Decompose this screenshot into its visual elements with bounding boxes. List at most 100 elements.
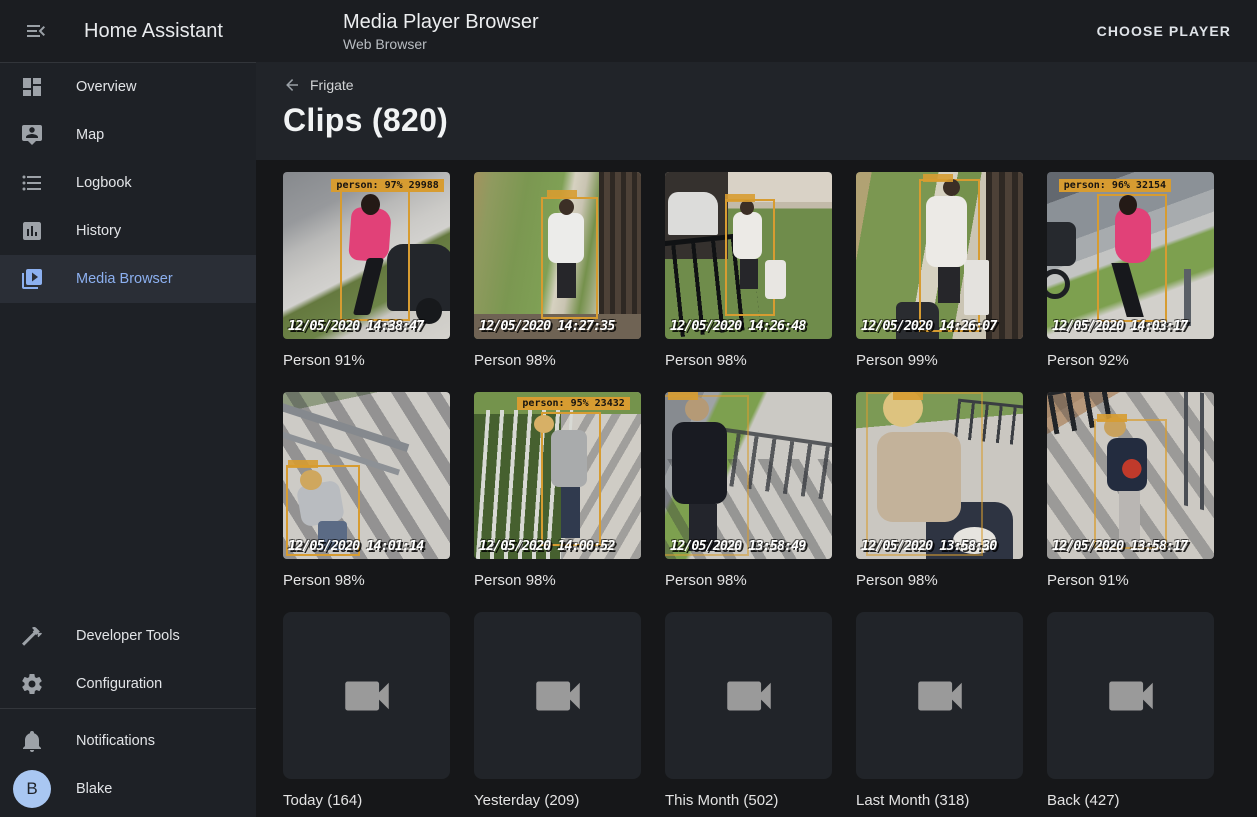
video-camera-icon [1102,667,1160,725]
clip-grid-area: person: 97% 29988 12/05/2020 14:38:47 Pe… [256,160,1257,817]
detection-bbox [919,179,979,333]
clip-caption: Person 98% [665,352,832,370]
clip-thumbnail[interactable]: 12/05/2020 14:26:07 [856,172,1023,339]
clip-thumbnail[interactable]: person: 96% 32154 12/05/2020 14:03:17 [1047,172,1214,339]
detection-bbox [1094,419,1167,549]
timestamp-overlay: 12/05/2020 14:01:14 [288,538,423,554]
detection-label [893,392,923,400]
bell-icon [20,729,44,753]
folder-item[interactable]: Back (427) [1047,612,1214,810]
detection-label [725,194,755,202]
clip-item[interactable]: person: 95% 23432 12/05/2020 14:00:52 Pe… [474,392,641,590]
detection-label [923,174,953,182]
clip-caption: Person 98% [474,352,641,370]
clip-item[interactable]: person: 96% 32154 12/05/2020 14:03:17 Pe… [1047,172,1214,370]
sidebar-item-label: Map [76,127,104,143]
home-assistant-app: Home Assistant Media Player Browser Web … [0,0,1257,817]
clip-thumbnail[interactable]: 12/05/2020 14:26:48 [665,172,832,339]
clip-item[interactable]: 12/05/2020 13:58:17 Person 91% [1047,392,1214,590]
scene-object [986,172,1023,339]
sidebar-item-label: Logbook [76,175,132,191]
clip-item[interactable]: 12/05/2020 14:26:48 Person 98% [665,172,832,370]
detection-bbox [665,395,749,555]
folder-thumbnail[interactable] [474,612,641,779]
clip-grid: person: 97% 29988 12/05/2020 14:38:47 Pe… [283,172,1257,810]
sidebar-item-developer-tools[interactable]: Developer Tools [0,612,256,660]
clip-thumbnail[interactable]: 12/05/2020 13:58:30 [856,392,1023,559]
top-app-bar: Home Assistant Media Player Browser Web … [0,0,1257,62]
clip-caption: Person 98% [474,572,641,590]
clip-caption: Person 91% [1047,572,1214,590]
sidebar-item-label: Media Browser [76,271,173,287]
detection-label: person: 97% 29988 [331,179,443,192]
clip-caption: Person 98% [283,572,450,590]
clip-caption: Person 98% [856,572,1023,590]
detection-label [288,460,318,468]
clip-thumbnail[interactable]: person: 95% 23432 12/05/2020 14:00:52 [474,392,641,559]
clip-thumbnail[interactable]: person: 97% 29988 12/05/2020 14:38:47 [283,172,450,339]
choose-player-button[interactable]: CHOOSE PLAYER [1089,15,1239,47]
clip-item[interactable]: 12/05/2020 13:58:49 Person 98% [665,392,832,590]
page-title: Clips (820) [283,102,1257,139]
clip-item[interactable]: person: 97% 29988 12/05/2020 14:38:47 Pe… [283,172,450,370]
breadcrumb-label: Frigate [310,77,354,93]
clip-item[interactable]: 12/05/2020 14:01:14 Person 98% [283,392,450,590]
app-title: Home Assistant [84,20,223,43]
sidebar-item-label: History [76,223,121,239]
clip-item[interactable]: 12/05/2020 13:58:30 Person 98% [856,392,1023,590]
sidebar-item-notifications[interactable]: Notifications [0,717,256,765]
sidebar: Overview Map Logbook History Media Brows… [0,62,256,817]
dialog-header: Media Player Browser Web Browser [256,10,1089,52]
topbar-left: Home Assistant [0,15,256,47]
clip-thumbnail[interactable]: 12/05/2020 14:27:35 [474,172,641,339]
sidebar-item-history[interactable]: History [0,207,256,255]
folder-item[interactable]: Today (164) [283,612,450,810]
clip-item[interactable]: 12/05/2020 14:26:07 Person 99% [856,172,1023,370]
sidebar-item-logbook[interactable]: Logbook [0,159,256,207]
folder-thumbnail[interactable] [856,612,1023,779]
folder-item[interactable]: Last Month (318) [856,612,1023,810]
arrow-left-icon [283,76,301,94]
sidebar-item-overview[interactable]: Overview [0,63,256,111]
detection-label [1097,414,1127,422]
dialog-title: Media Player Browser [343,10,1089,34]
folder-thumbnail[interactable] [665,612,832,779]
clip-thumbnail[interactable]: 12/05/2020 13:58:17 [1047,392,1214,559]
clip-thumbnail[interactable]: 12/05/2020 14:01:14 [283,392,450,559]
video-camera-icon [338,667,396,725]
folder-item[interactable]: This Month (502) [665,612,832,810]
content-header: Frigate Clips (820) [256,62,1257,160]
dialog-subtitle: Web Browser [343,36,1089,52]
user-name: Blake [76,781,112,797]
media-browser-content: Frigate Clips (820) person: 97% 29988 12… [256,62,1257,817]
breadcrumb-back[interactable]: Frigate [283,76,1257,94]
sidebar-toggle-button[interactable] [20,15,52,47]
folder-item[interactable]: Yesterday (209) [474,612,641,810]
video-camera-icon [911,667,969,725]
account-location-icon [20,123,44,147]
hammer-icon [20,624,44,648]
sidebar-item-media-browser[interactable]: Media Browser [0,255,256,303]
scene-object [1047,269,1070,299]
detection-label: person: 95% 23432 [517,397,629,410]
timestamp-overlay: 12/05/2020 13:58:17 [1052,538,1187,554]
clip-thumbnail[interactable]: 12/05/2020 13:58:49 [665,392,832,559]
clip-caption: Person 99% [856,352,1023,370]
timestamp-overlay: 12/05/2020 14:03:17 [1052,318,1187,334]
clip-item[interactable]: 12/05/2020 14:27:35 Person 98% [474,172,641,370]
user-avatar[interactable]: B [13,770,51,808]
detection-bbox [541,197,598,319]
folder-caption: This Month (502) [665,792,832,810]
folder-thumbnail[interactable] [1047,612,1214,779]
list-bulleted-icon [20,171,44,195]
sidebar-item-label: Notifications [76,733,155,749]
scene-object [1184,392,1214,513]
detection-bbox [725,199,775,316]
detection-bbox [541,412,601,546]
video-camera-icon [529,667,587,725]
sidebar-item-configuration[interactable]: Configuration [0,660,256,708]
sidebar-item-user[interactable]: B Blake [0,765,256,813]
folder-thumbnail[interactable] [283,612,450,779]
sidebar-item-map[interactable]: Map [0,111,256,159]
scene-object [685,397,709,421]
